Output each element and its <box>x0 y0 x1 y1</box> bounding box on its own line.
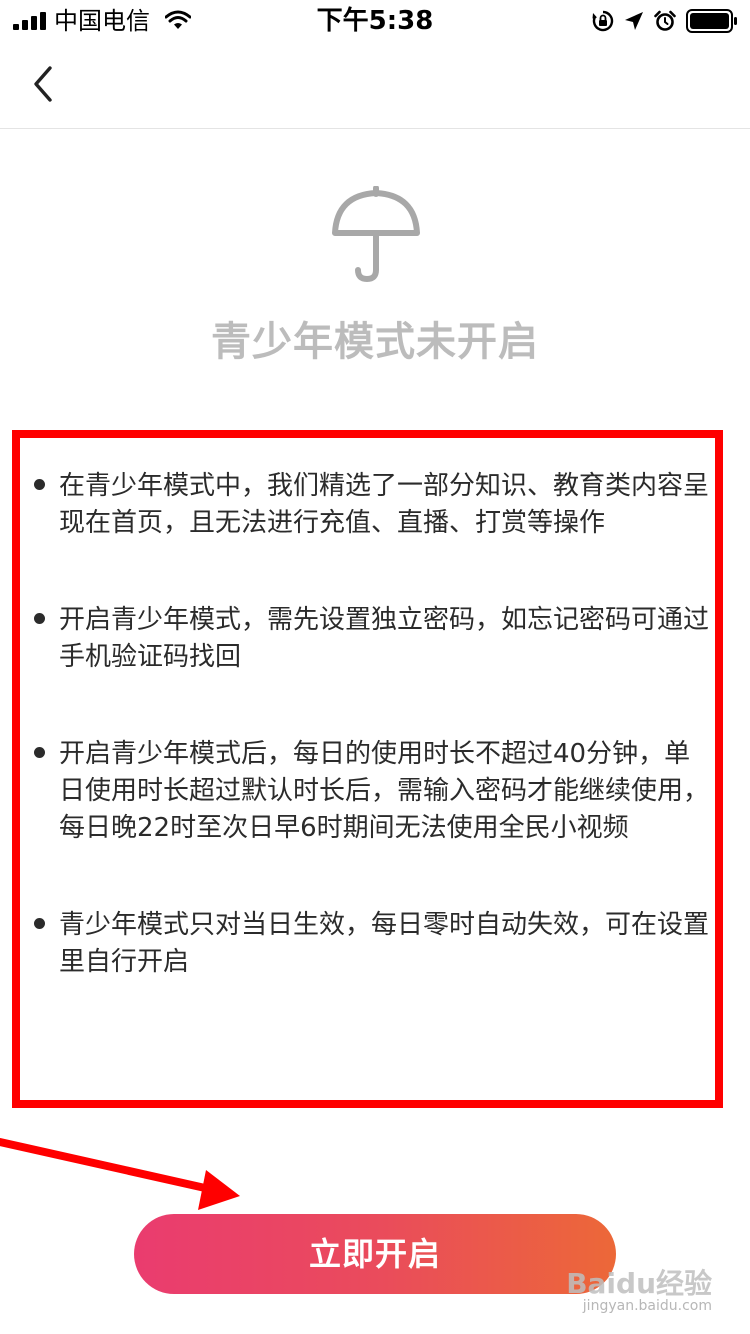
rule-text: 开启青少年模式后，每日的使用时长不超过40分钟，单日使用时长超过默认时长后，需输… <box>59 739 710 843</box>
rule-item: 青少年模式只对当日生效，每日零时自动失效，可在设置里自行开启 <box>32 907 712 981</box>
alarm-icon <box>654 10 676 31</box>
location-icon <box>625 12 643 30</box>
back-button[interactable] <box>22 60 62 108</box>
rule-item: 开启青少年模式后，每日的使用时长不超过40分钟，单日使用时长超过默认时长后，需输… <box>32 736 712 847</box>
status-bar: 中国电信 下午5:38 <box>0 0 750 40</box>
annotation-arrow-icon <box>0 1138 240 1210</box>
rule-item: 在青少年模式中，我们精选了一部分知识、教育类内容呈现在首页，且无法进行充值、直播… <box>32 468 712 542</box>
bullet-icon <box>34 918 45 929</box>
rule-item: 开启青少年模式，需先设置独立密码，如忘记密码可通过手机验证码找回 <box>32 602 712 676</box>
nav-bar <box>0 40 750 129</box>
mode-status-title: 青少年模式未开启 <box>211 319 539 365</box>
rule-text: 青少年模式只对当日生效，每日零时自动失效，可在设置里自行开启 <box>59 910 710 977</box>
watermark-url: jingyan.baidu.com <box>582 1298 712 1314</box>
rule-text: 开启青少年模式，需先设置独立密码，如忘记密码可通过手机验证码找回 <box>59 605 710 672</box>
orientation-lock-icon <box>592 10 614 32</box>
bullet-icon <box>34 479 45 490</box>
watermark-brand: Baidu经验 <box>566 1267 712 1300</box>
umbrella-icon <box>332 186 420 283</box>
rule-text: 在青少年模式中，我们精选了一部分知识、教育类内容呈现在首页，且无法进行充值、直播… <box>59 471 710 538</box>
bullet-icon <box>34 747 45 758</box>
bullet-icon <box>34 613 45 624</box>
chevron-left-icon <box>34 66 52 102</box>
status-icons <box>582 8 738 34</box>
battery-icon <box>686 9 737 33</box>
rules-list: 在青少年模式中，我们精选了一部分知识、教育类内容呈现在首页，且无法进行充值、直播… <box>32 468 712 1041</box>
watermark: Baidu经验 jingyan.baidu.com <box>566 1262 712 1318</box>
enable-button[interactable]: 立即开启 <box>134 1214 616 1294</box>
